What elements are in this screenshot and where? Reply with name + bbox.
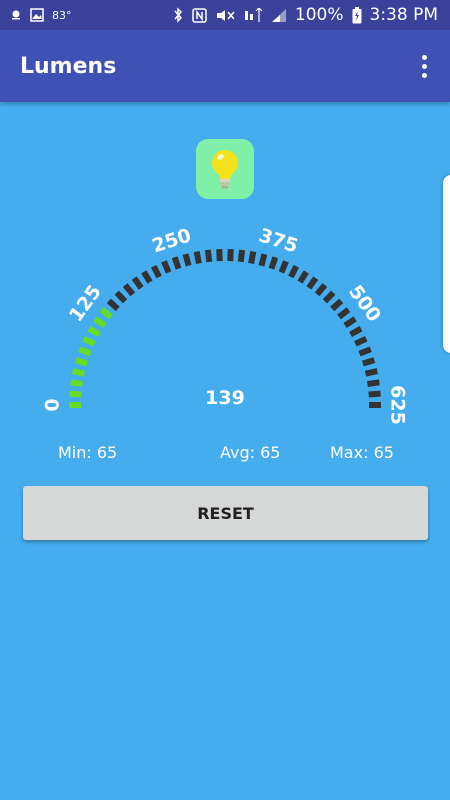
gauge-tick bbox=[278, 260, 289, 274]
gauge-tick bbox=[93, 316, 107, 329]
more-vert-icon bbox=[421, 54, 427, 60]
gauge-reading: 139 bbox=[205, 387, 245, 409]
gauge-tick bbox=[216, 248, 223, 262]
weather-icon bbox=[10, 9, 22, 21]
max-stat: Max: 65 bbox=[330, 443, 394, 462]
gauge-tick bbox=[354, 336, 368, 347]
min-label: Min: bbox=[58, 443, 92, 462]
stats-row: Min: 65 Avg: 65 Max: 65 bbox=[0, 443, 450, 465]
temperature-text: 83° bbox=[52, 8, 72, 22]
gauge-tick-label: 625 bbox=[387, 385, 409, 425]
min-value: 65 bbox=[96, 443, 118, 462]
lightbulb-icon bbox=[212, 150, 238, 189]
gauge-tick-label: 0 bbox=[42, 398, 64, 411]
gauge-tick bbox=[358, 346, 372, 357]
gauge-tick bbox=[131, 276, 144, 290]
more-options-button[interactable] bbox=[412, 46, 436, 86]
gauge-tick bbox=[369, 402, 381, 408]
battery-percent: 100% bbox=[294, 5, 344, 25]
gauge-tick bbox=[69, 402, 81, 408]
gauge-tick bbox=[349, 326, 363, 338]
gauge-tick bbox=[114, 290, 128, 304]
more-vert-icon-dot bbox=[421, 63, 427, 69]
gauge-tick bbox=[74, 357, 89, 367]
battery-icon bbox=[352, 6, 362, 24]
status-left: 83° bbox=[10, 8, 72, 22]
status-right: 100% 3:38 PM bbox=[172, 5, 438, 25]
min-stat: Min: 65 bbox=[58, 443, 117, 462]
gauge-tick bbox=[82, 336, 96, 347]
lightbulb-badge bbox=[196, 139, 254, 199]
image-icon bbox=[30, 8, 44, 22]
gauge-tick bbox=[204, 249, 213, 263]
gauge-tick bbox=[237, 249, 246, 263]
max-value: 65 bbox=[373, 443, 394, 462]
bluetooth-icon bbox=[172, 7, 184, 23]
gauge-tick bbox=[122, 283, 136, 297]
max-label: Max: bbox=[330, 443, 369, 462]
gauge-tick bbox=[150, 264, 162, 279]
gauge-tick-label: 375 bbox=[256, 224, 301, 257]
gauge-tick bbox=[322, 290, 336, 304]
gauge-tick bbox=[141, 270, 153, 284]
gauge-tick bbox=[297, 270, 309, 284]
gauge-tick bbox=[343, 316, 357, 329]
gauge-tick bbox=[87, 326, 101, 338]
gauge-tick bbox=[227, 248, 234, 262]
lte-icon bbox=[243, 7, 263, 23]
mute-icon bbox=[215, 8, 235, 23]
gauge-tick bbox=[248, 251, 257, 264]
signal-icon bbox=[271, 8, 287, 23]
status-bar: 83° 100% 3:38 PM bbox=[0, 0, 450, 30]
gauge-tick bbox=[182, 253, 192, 267]
gauge-tick bbox=[106, 298, 120, 312]
app-bar: Lumens bbox=[0, 30, 450, 102]
gauge-tick bbox=[368, 390, 381, 398]
reset-button[interactable]: RESET bbox=[23, 486, 428, 540]
app-title: Lumens bbox=[20, 53, 117, 79]
gauge-tick bbox=[361, 357, 376, 367]
gauge-tick bbox=[364, 368, 378, 377]
gauge-tick bbox=[99, 307, 113, 320]
gauge-tick bbox=[171, 256, 182, 270]
gauge-tick bbox=[268, 256, 279, 270]
avg-stat: Avg: 65 bbox=[220, 443, 280, 462]
gauge-tick bbox=[193, 251, 202, 264]
nfc-icon bbox=[192, 7, 207, 23]
gauge-tick bbox=[367, 379, 380, 388]
gauge-tick bbox=[314, 283, 328, 297]
gauge-tick bbox=[161, 260, 172, 274]
avg-value: 65 bbox=[260, 443, 281, 462]
gauge-tick bbox=[337, 307, 351, 320]
more-vert-icon-dot bbox=[421, 72, 427, 78]
gauge-tick bbox=[78, 346, 92, 357]
gauge-tick bbox=[70, 379, 83, 388]
gauge-tick bbox=[288, 264, 300, 279]
avg-label: Avg: bbox=[220, 443, 256, 462]
clock-text: 3:38 PM bbox=[369, 5, 439, 25]
gauge-tick bbox=[258, 253, 268, 267]
gauge-tick-label: 250 bbox=[149, 224, 194, 257]
gauge-tick bbox=[69, 390, 82, 398]
gauge-tick bbox=[72, 368, 86, 377]
gauge-tick bbox=[330, 298, 344, 312]
gauge-tick bbox=[306, 276, 319, 290]
